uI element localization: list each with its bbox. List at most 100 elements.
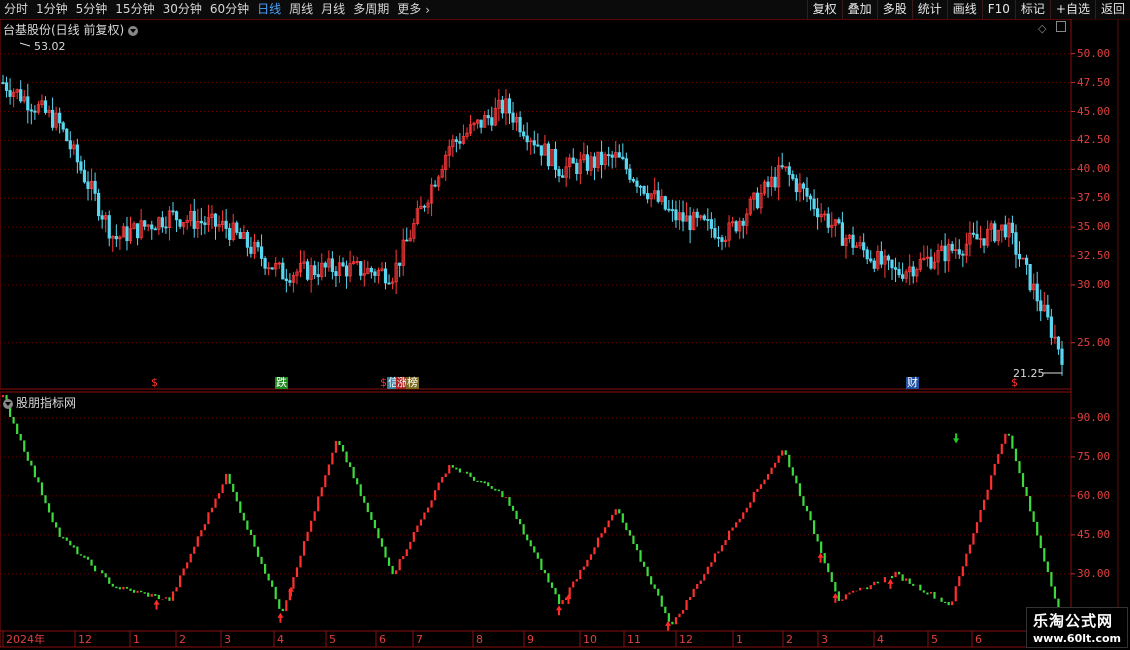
candle-body (575, 162, 579, 175)
candle-body (97, 192, 101, 217)
signal-marker[interactable]: $ (150, 377, 159, 389)
price-tick-label: 47.50 (1077, 75, 1111, 89)
candle-body (631, 178, 636, 182)
date-label: 2024年 (6, 632, 45, 646)
candle-body (344, 265, 349, 277)
candle-body (826, 213, 830, 228)
toolbar-button-2[interactable]: 多股 (876, 0, 912, 19)
buy-arrow-icon (153, 599, 160, 610)
indicator-series (1, 395, 1064, 625)
candle-body (75, 144, 79, 163)
candle-body (1028, 264, 1032, 291)
toolbar-button-5[interactable]: F10 (981, 0, 1015, 19)
toolbar-button-3[interactable]: 统计 (911, 0, 947, 19)
date-label: 12 (679, 633, 693, 646)
buy-arrow-icon (555, 605, 562, 616)
candle-body (663, 196, 667, 210)
candle-body (29, 109, 33, 112)
candle-body (773, 176, 777, 188)
candle-body (695, 211, 699, 218)
period-tab-1[interactable]: 1分钟 (32, 0, 72, 19)
candle-body (82, 169, 87, 183)
candle-body (19, 89, 23, 102)
candle-body (532, 140, 536, 146)
indicator-tick-label: 45.00 (1077, 527, 1111, 541)
candle-body (422, 205, 427, 208)
candle-body (490, 117, 494, 126)
toolbar-button-8[interactable]: 返回 (1094, 0, 1130, 19)
candle-body (305, 261, 310, 280)
price-grid (0, 53, 1075, 344)
toolbar-button-4[interactable]: 画线 (946, 0, 982, 19)
date-label: 5 (931, 633, 938, 646)
candle-body (522, 131, 526, 137)
period-tab-0[interactable]: 分时 (0, 0, 32, 19)
indicator-title: 股朋指标网 (3, 394, 76, 411)
candle-body (872, 260, 876, 269)
candle-body (706, 219, 710, 221)
signal-marker[interactable]: $ (1010, 377, 1019, 389)
period-tab-8[interactable]: 月线 (317, 0, 349, 19)
candle-body (1046, 304, 1050, 318)
period-tab-3[interactable]: 15分钟 (111, 0, 158, 19)
watermark-badge: 乐淘公式网 www.60lt.com (1025, 607, 1128, 648)
candle-body (518, 117, 522, 133)
price-tick-label: 30.00 (1077, 277, 1111, 291)
buy-arrow-icon (277, 612, 284, 623)
candle-body (65, 128, 69, 142)
candle-body (8, 90, 12, 97)
candle-body (869, 258, 873, 262)
candle-body (546, 143, 551, 167)
candle-body (808, 195, 813, 200)
candle-body (359, 261, 363, 276)
candle-body (667, 208, 671, 211)
chevron-down-icon[interactable] (3, 398, 13, 409)
candle-body (479, 119, 483, 128)
signal-marker[interactable]: 跌 (275, 377, 288, 389)
toolbar-button-6[interactable]: 标记 (1014, 0, 1050, 19)
candle-body (851, 234, 855, 248)
chevron-right-icon: › (425, 2, 431, 17)
diamond-icon[interactable]: ◇ (1038, 22, 1046, 35)
candle-body (592, 156, 597, 168)
toolbar-button-1[interactable]: 叠加 (841, 0, 877, 19)
period-tab-10[interactable]: 更多 (393, 0, 425, 19)
period-tabs: 分时 1分钟 5分钟 15分钟 30分钟 60分钟 日线 周线 月线 多周期 更多 › (0, 0, 430, 19)
date-label: 10 (583, 633, 597, 646)
candle-body (681, 212, 685, 222)
candle-body (224, 220, 228, 229)
candle-body (628, 168, 632, 180)
candle-body (203, 222, 207, 225)
candle-body (993, 223, 997, 242)
signal-marker[interactable]: 榜 (406, 377, 419, 389)
candle-body (670, 209, 675, 212)
indicator-tick-label: 30.00 (1077, 566, 1111, 580)
period-tab-4[interactable]: 30分钟 (159, 0, 206, 19)
chevron-down-icon[interactable] (128, 25, 139, 36)
date-label: 4 (277, 633, 284, 646)
toolbar-button-0[interactable]: 复权 (806, 0, 842, 19)
candle-body (228, 228, 232, 240)
candle-body (886, 255, 891, 261)
candle-body (635, 180, 639, 187)
signal-marker[interactable]: 财 (906, 377, 919, 389)
period-tab-2[interactable]: 5分钟 (72, 0, 112, 19)
candle-body (1017, 254, 1022, 260)
candle-body (617, 152, 621, 158)
candle-body (1024, 257, 1029, 265)
indicator-tick-label: 60.00 (1077, 488, 1111, 502)
price-tick-label: 40.00 (1077, 162, 1111, 176)
candle-body (1010, 222, 1015, 234)
price-tick-label: 42.50 (1077, 133, 1111, 147)
candle-body (929, 256, 933, 269)
candle-body (624, 158, 628, 170)
period-tab-6[interactable]: 日线 (253, 0, 285, 19)
candle-body (511, 112, 515, 123)
period-tab-7[interactable]: 周线 (285, 0, 317, 19)
period-tab-5[interactable]: 60分钟 (206, 0, 253, 19)
period-tab-9[interactable]: 多周期 (349, 0, 393, 19)
toolbar-button-7[interactable]: +自选 (1049, 0, 1095, 19)
candle-body (100, 215, 104, 220)
restore-window-icon[interactable] (1055, 21, 1066, 32)
candle-body (387, 282, 391, 285)
